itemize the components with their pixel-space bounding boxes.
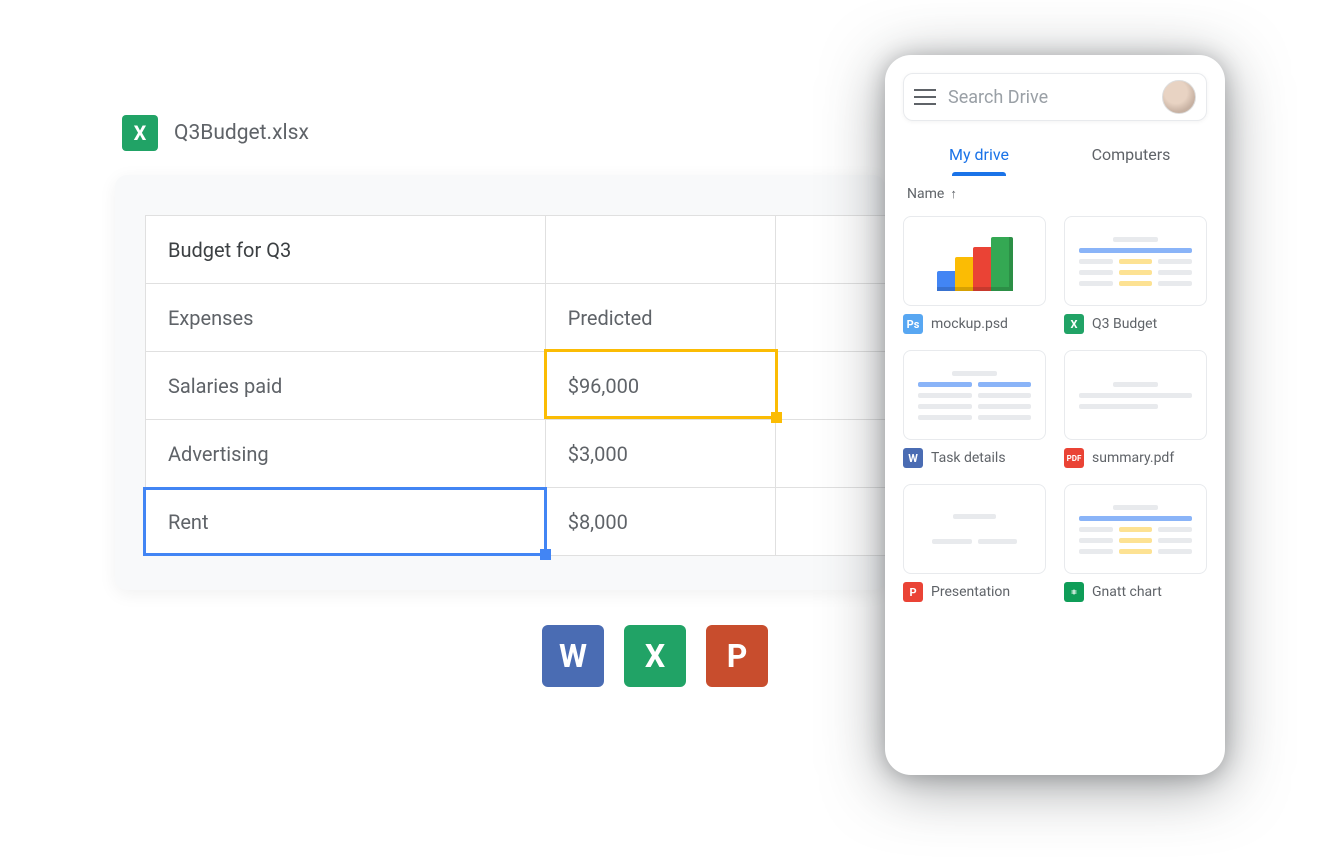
cell[interactable] bbox=[775, 352, 885, 420]
file-header: X Q3Budget.xlsx bbox=[122, 115, 309, 151]
file-item-q3-budget[interactable]: X Q3 Budget bbox=[1064, 216, 1207, 334]
table-row: Expenses Predicted bbox=[146, 284, 886, 352]
word-icon: W bbox=[542, 625, 604, 687]
powerpoint-icon: P bbox=[706, 625, 768, 687]
sort-control[interactable]: Name ↑ bbox=[907, 186, 1203, 202]
table-row: Advertising $3,000 bbox=[146, 420, 886, 488]
cell[interactable] bbox=[775, 216, 885, 284]
file-label: Q3 Budget bbox=[1092, 316, 1157, 332]
thumbnail bbox=[1064, 216, 1207, 306]
cell[interactable]: Salaries paid bbox=[146, 352, 546, 420]
cell[interactable] bbox=[775, 284, 885, 352]
file-item-presentation[interactable]: P Presentation bbox=[903, 484, 1046, 602]
thumbnail bbox=[1064, 350, 1207, 440]
photoshop-icon: Ps bbox=[903, 314, 923, 334]
cell[interactable] bbox=[775, 420, 885, 488]
cell[interactable] bbox=[545, 216, 775, 284]
thumbnail bbox=[903, 216, 1046, 306]
thumbnail bbox=[1064, 484, 1207, 574]
sheets-icon bbox=[1064, 582, 1084, 602]
file-item-task-details[interactable]: W Task details bbox=[903, 350, 1046, 468]
arrow-up-icon: ↑ bbox=[950, 186, 957, 202]
file-name: Q3Budget.xlsx bbox=[174, 121, 309, 145]
excel-icon: X bbox=[624, 625, 686, 687]
cell[interactable]: Budget for Q3 bbox=[146, 216, 546, 284]
file-item-summary-pdf[interactable]: PDF summary.pdf bbox=[1064, 350, 1207, 468]
tab-my-drive[interactable]: My drive bbox=[903, 135, 1055, 176]
pdf-icon: PDF bbox=[1064, 448, 1084, 468]
drive-mobile-panel: Search Drive My drive Computers Name ↑ P… bbox=[885, 55, 1225, 775]
cell[interactable] bbox=[775, 488, 885, 556]
spreadsheet-card: Budget for Q3 Expenses Predicted Salarie… bbox=[115, 175, 885, 590]
sort-label: Name bbox=[907, 186, 944, 202]
excel-icon: X bbox=[122, 115, 158, 151]
file-grid: Ps mockup.psd X Q3 Budget bbox=[903, 216, 1207, 602]
search-input[interactable]: Search Drive bbox=[948, 87, 1150, 108]
spreadsheet-table[interactable]: Budget for Q3 Expenses Predicted Salarie… bbox=[145, 215, 885, 556]
cell[interactable]: $8,000 bbox=[545, 488, 775, 556]
file-label: Task details bbox=[931, 450, 1006, 466]
cell[interactable]: Expenses bbox=[146, 284, 546, 352]
filetype-badges: W X P bbox=[542, 625, 768, 687]
file-item-mockup[interactable]: Ps mockup.psd bbox=[903, 216, 1046, 334]
thumbnail bbox=[903, 484, 1046, 574]
file-label: Presentation bbox=[931, 584, 1010, 600]
table-row: Budget for Q3 bbox=[146, 216, 886, 284]
cell[interactable]: Predicted bbox=[545, 284, 775, 352]
chart-3d-icon bbox=[935, 231, 1015, 291]
search-bar[interactable]: Search Drive bbox=[903, 73, 1207, 121]
cell-selected-yellow[interactable]: $96,000 bbox=[545, 352, 775, 420]
file-item-gnatt-chart[interactable]: Gnatt chart bbox=[1064, 484, 1207, 602]
powerpoint-icon: P bbox=[903, 582, 923, 602]
word-icon: W bbox=[903, 448, 923, 468]
thumbnail bbox=[903, 350, 1046, 440]
table-row: Salaries paid $96,000 bbox=[146, 352, 886, 420]
file-label: mockup.psd bbox=[931, 316, 1008, 332]
avatar[interactable] bbox=[1162, 80, 1196, 114]
cell[interactable]: $3,000 bbox=[545, 420, 775, 488]
tabs: My drive Computers bbox=[903, 135, 1207, 176]
table-row: Rent $8,000 bbox=[146, 488, 886, 556]
file-label: Gnatt chart bbox=[1092, 584, 1162, 600]
menu-icon[interactable] bbox=[914, 89, 936, 105]
cell-selected-blue[interactable]: Rent bbox=[146, 488, 546, 556]
cell[interactable]: Advertising bbox=[146, 420, 546, 488]
excel-icon: X bbox=[1064, 314, 1084, 334]
tab-computers[interactable]: Computers bbox=[1055, 135, 1207, 176]
file-label: summary.pdf bbox=[1092, 450, 1174, 466]
